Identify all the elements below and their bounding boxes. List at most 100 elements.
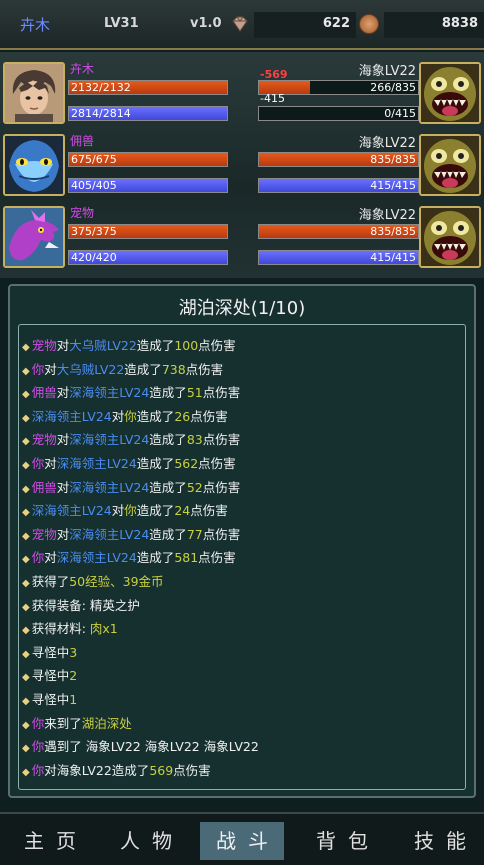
- log-segment: 你: [124, 408, 137, 424]
- log-segment: 2: [69, 668, 78, 684]
- nav-character[interactable]: 人物: [104, 822, 188, 860]
- log-segment: 你: [31, 762, 45, 778]
- diamond-bullet-icon: ◆: [22, 743, 30, 755]
- log-segment: 点伤害: [190, 503, 228, 519]
- log-segment: 宠物: [31, 432, 57, 448]
- log-segment: 77: [186, 526, 203, 542]
- diamond-bullet-icon: ◆: [22, 365, 30, 377]
- sea-monster-portrait[interactable]: [419, 134, 481, 196]
- log-segment: 3: [69, 644, 78, 660]
- enemy-name: 海象LV22: [358, 208, 416, 223]
- log-segment: 湖泊深处: [81, 715, 132, 731]
- log-segment: 点伤害: [198, 550, 236, 566]
- dragon-portrait[interactable]: [3, 206, 65, 268]
- pet-mp-bar: 420/420: [68, 250, 228, 265]
- log-segment: 深海领主LV24: [69, 526, 150, 542]
- version-label: v1.0: [190, 16, 222, 31]
- log-segment: 深海领主LV24: [56, 455, 137, 471]
- log-segment: 佣兽: [31, 385, 57, 401]
- nav-battle[interactable]: 战斗: [200, 822, 284, 860]
- log-line: ◆ 宠物对深海领主LV24造成了83点伤害: [22, 429, 462, 453]
- log-segment: 造成了: [136, 455, 175, 471]
- gold-counter: 8838: [384, 12, 484, 38]
- diamond-bullet-icon: ◆: [22, 342, 30, 353]
- enemy-mp-bar: 0/415: [258, 106, 419, 121]
- log-line: ◆ 佣兽对深海领主LV24造成了52点伤害: [22, 477, 462, 501]
- nav-bag[interactable]: 背包: [300, 822, 384, 860]
- enemy-mp-text: 415/415: [370, 179, 416, 192]
- sea-monster-portrait[interactable]: [419, 206, 481, 268]
- top-status-bar: 卉木 LV31 v1.0 622 8838: [0, 0, 484, 50]
- log-segment: 大乌贼LV22: [69, 338, 137, 353]
- gold-count: 8838: [441, 16, 478, 31]
- nav-skills[interactable]: 技能: [398, 822, 482, 860]
- diamond-bullet-icon: ◆: [22, 766, 30, 778]
- log-segment: 点伤害: [202, 432, 241, 448]
- log-segment: 深海领主LV24: [69, 479, 150, 495]
- log-segment: 对: [56, 479, 70, 495]
- diamond-bullet-icon: ◆: [22, 577, 30, 589]
- ally-hp-bar: 675/675: [68, 152, 228, 167]
- log-segment: 造成了: [111, 762, 150, 778]
- log-line: ◆ 寻怪中1: [22, 689, 462, 713]
- hero-portrait[interactable]: [3, 62, 65, 124]
- log-segment: 寻怪中: [31, 691, 70, 707]
- log-segment: 造成了: [149, 385, 187, 401]
- log-segment: 50经验、39金币: [69, 573, 164, 589]
- log-segment: 来到了: [44, 715, 82, 731]
- log-segment: 你: [31, 361, 45, 377]
- log-segment: 获得了: [31, 573, 70, 589]
- log-line: ◆ 宠物对大乌贼LV22造成了100点伤害: [22, 335, 462, 359]
- hero-hp-bar: 2132/2132: [68, 80, 228, 95]
- battle-area: 卉木 2132/2132 2814/2814 -569 海象LV22 266/8…: [0, 52, 484, 278]
- hero-name: 卉木: [70, 62, 95, 76]
- log-segment: 你: [31, 550, 45, 566]
- log-segment: 宠物: [31, 338, 57, 353]
- gem-counter: 622: [254, 12, 356, 38]
- log-segment: 52: [186, 479, 203, 495]
- log-segment: 24: [174, 503, 191, 519]
- enemy-hp-text: 835/835: [370, 153, 416, 166]
- log-segment: 对: [44, 550, 57, 566]
- log-segment: 对: [56, 432, 70, 448]
- enemy-hp-text: 835/835: [370, 225, 416, 238]
- enemy-mp-bar: 415/415: [258, 250, 419, 265]
- log-segment: 点伤害: [202, 526, 241, 542]
- log-line: ◆ 获得了50经验、39金币: [22, 571, 462, 595]
- diamond-bullet-icon: ◆: [22, 695, 30, 707]
- log-segment: 造成了: [136, 503, 175, 519]
- log-segment: 遇到了 海象LV22 海象LV22 海象LV22: [44, 739, 259, 755]
- sea-monster-portrait[interactable]: [419, 62, 481, 124]
- log-segment: 对: [44, 762, 57, 778]
- fish-creature-portrait[interactable]: [3, 134, 65, 196]
- enemy-mp-text: 0/415: [384, 107, 416, 120]
- enemy-name: 海象LV22: [358, 136, 416, 151]
- battle-row: 宠物 375/375 420/420 海象LV22 835/835 415/41…: [0, 202, 484, 272]
- battle-row: 佣兽 675/675 405/405 海象LV22 835/835 415/41…: [0, 130, 484, 200]
- log-segment: 造成了: [136, 338, 175, 353]
- ally-hp-text: 675/675: [71, 153, 117, 166]
- log-segment: 造成了: [124, 361, 162, 377]
- bottom-nav: 主页 人物 战斗 背包 技能: [0, 812, 484, 865]
- log-segment: 海象LV22: [56, 762, 112, 778]
- log-line: ◆ 你对海象LV22造成了569点伤害: [22, 760, 462, 784]
- battle-row: 卉木 2132/2132 2814/2814 -569 海象LV22 266/8…: [0, 58, 484, 128]
- log-segment: 对: [56, 385, 70, 401]
- coin-icon: [359, 14, 379, 34]
- enemy-hp-bar: 835/835: [258, 224, 419, 239]
- pet-hp-bar: 375/375: [68, 224, 228, 239]
- log-segment: 581: [174, 550, 199, 566]
- log-segment: 100: [174, 338, 199, 353]
- log-segment: 造成了: [136, 550, 175, 566]
- player-name[interactable]: 卉木: [20, 14, 50, 35]
- diamond-bullet-icon: ◆: [22, 719, 30, 731]
- nav-home[interactable]: 主页: [8, 822, 92, 860]
- log-segment: 点伤害: [173, 762, 211, 778]
- log-segment: 佣兽: [31, 479, 57, 495]
- enemy-mp-popup: -415: [260, 92, 285, 105]
- diamond-bullet-icon: ◆: [22, 672, 30, 684]
- log-segment: 569: [149, 762, 174, 778]
- log-segment: 宠物: [31, 526, 57, 542]
- log-segment: 获得材料:: [31, 621, 90, 637]
- log-line: ◆ 深海领主LV24对你造成了24点伤害: [22, 500, 462, 524]
